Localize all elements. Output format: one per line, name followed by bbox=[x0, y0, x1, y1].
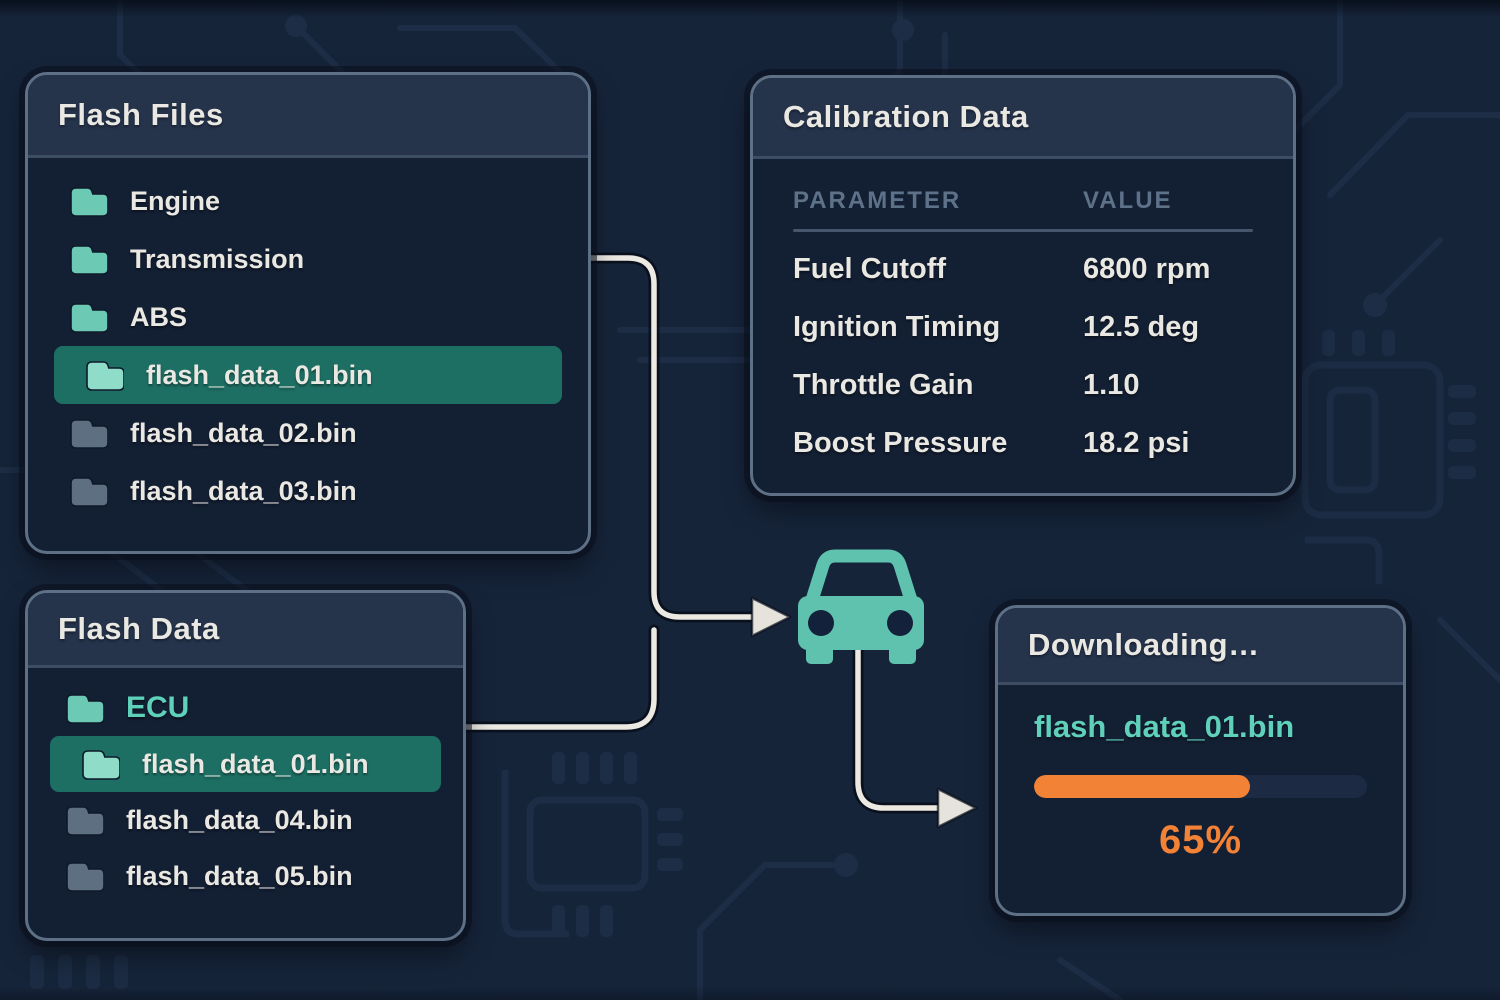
folder-icon bbox=[68, 416, 108, 450]
file-row-flash-data-01-selected[interactable]: flash_data_01.bin bbox=[54, 346, 562, 404]
panel-title: Flash Files bbox=[58, 97, 224, 133]
ecu-flash-tool-screen: Flash Files Engine Transmission ABS flas… bbox=[0, 0, 1500, 1000]
file-row-flash-data-01-selected[interactable]: flash_data_01.bin bbox=[50, 736, 441, 792]
parameter-cell: Fuel Cutoff bbox=[793, 253, 1083, 286]
folder-icon bbox=[68, 184, 108, 218]
file-label: ECU bbox=[126, 691, 189, 725]
flash-files-header: Flash Files bbox=[28, 75, 588, 158]
panel-title: Flash Data bbox=[58, 611, 220, 647]
file-row-flash-data-04[interactable]: flash_data_04.bin bbox=[50, 792, 441, 848]
value-cell: 12.5 deg bbox=[1083, 311, 1199, 344]
flash-files-list: Engine Transmission ABS flash_data_01.bi… bbox=[28, 158, 588, 520]
download-header: Downloading… bbox=[998, 608, 1403, 685]
file-row-flash-data-05[interactable]: flash_data_05.bin bbox=[50, 848, 441, 904]
file-label: Engine bbox=[130, 186, 220, 217]
parameter-cell: Throttle Gain bbox=[793, 369, 1083, 402]
folder-icon bbox=[68, 474, 108, 508]
file-label: flash_data_03.bin bbox=[130, 476, 357, 507]
progress-percent: 65% bbox=[1034, 818, 1367, 863]
folder-icon bbox=[68, 242, 108, 276]
file-row-engine[interactable]: Engine bbox=[54, 172, 562, 230]
table-row: Ignition Timing 12.5 deg bbox=[793, 298, 1253, 356]
folder-icon bbox=[84, 358, 124, 392]
panel-title: Calibration Data bbox=[783, 99, 1029, 135]
file-row-flash-data-03[interactable]: flash_data_03.bin bbox=[54, 462, 562, 520]
parameter-cell: Ignition Timing bbox=[793, 311, 1083, 344]
folder-icon bbox=[64, 803, 104, 837]
calibration-table: PARAMETER VALUE Fuel Cutoff 6800 rpm Ign… bbox=[753, 159, 1293, 472]
download-filename: flash_data_01.bin bbox=[1034, 709, 1367, 745]
file-label: ABS bbox=[130, 302, 187, 333]
value-cell: 1.10 bbox=[1083, 369, 1139, 402]
file-label: flash_data_01.bin bbox=[146, 360, 373, 391]
column-header-parameter: PARAMETER bbox=[793, 187, 1083, 215]
flash-data-list: ECU flash_data_01.bin flash_data_04.bin … bbox=[28, 668, 463, 904]
folder-icon bbox=[80, 747, 120, 781]
file-label: Transmission bbox=[130, 244, 304, 275]
calibration-column-headers: PARAMETER VALUE bbox=[793, 187, 1253, 215]
folder-icon bbox=[64, 691, 104, 725]
column-header-value: VALUE bbox=[1083, 187, 1173, 215]
folder-icon bbox=[68, 300, 108, 334]
parameter-cell: Boost Pressure bbox=[793, 427, 1083, 460]
progress-bar bbox=[1034, 775, 1367, 798]
table-row: Throttle Gain 1.10 bbox=[793, 356, 1253, 414]
table-row: Fuel Cutoff 6800 rpm bbox=[793, 240, 1253, 298]
file-label: flash_data_01.bin bbox=[142, 749, 369, 780]
value-cell: 6800 rpm bbox=[1083, 253, 1210, 286]
calibration-header: Calibration Data bbox=[753, 78, 1293, 159]
value-cell: 18.2 psi bbox=[1083, 427, 1189, 460]
file-label: flash_data_05.bin bbox=[126, 861, 353, 892]
file-row-flash-data-02[interactable]: flash_data_02.bin bbox=[54, 404, 562, 462]
file-row-ecu[interactable]: ECU bbox=[50, 680, 441, 736]
folder-icon bbox=[64, 859, 104, 893]
file-label: flash_data_04.bin bbox=[126, 805, 353, 836]
file-row-transmission[interactable]: Transmission bbox=[54, 230, 562, 288]
flash-data-header: Flash Data bbox=[28, 593, 463, 668]
flash-data-panel: Flash Data ECU flash_data_01.bin flash_d… bbox=[25, 590, 466, 941]
download-panel: Downloading… flash_data_01.bin 65% bbox=[995, 605, 1406, 916]
panel-title: Downloading… bbox=[1028, 627, 1260, 663]
file-row-abs[interactable]: ABS bbox=[54, 288, 562, 346]
download-body: flash_data_01.bin 65% bbox=[998, 685, 1403, 863]
table-row: Boost Pressure 18.2 psi bbox=[793, 414, 1253, 472]
calibration-data-panel: Calibration Data PARAMETER VALUE Fuel Cu… bbox=[750, 75, 1296, 496]
progress-bar-fill bbox=[1034, 775, 1250, 798]
table-divider bbox=[793, 229, 1253, 232]
file-label: flash_data_02.bin bbox=[130, 418, 357, 449]
flash-files-panel: Flash Files Engine Transmission ABS flas… bbox=[25, 72, 591, 554]
